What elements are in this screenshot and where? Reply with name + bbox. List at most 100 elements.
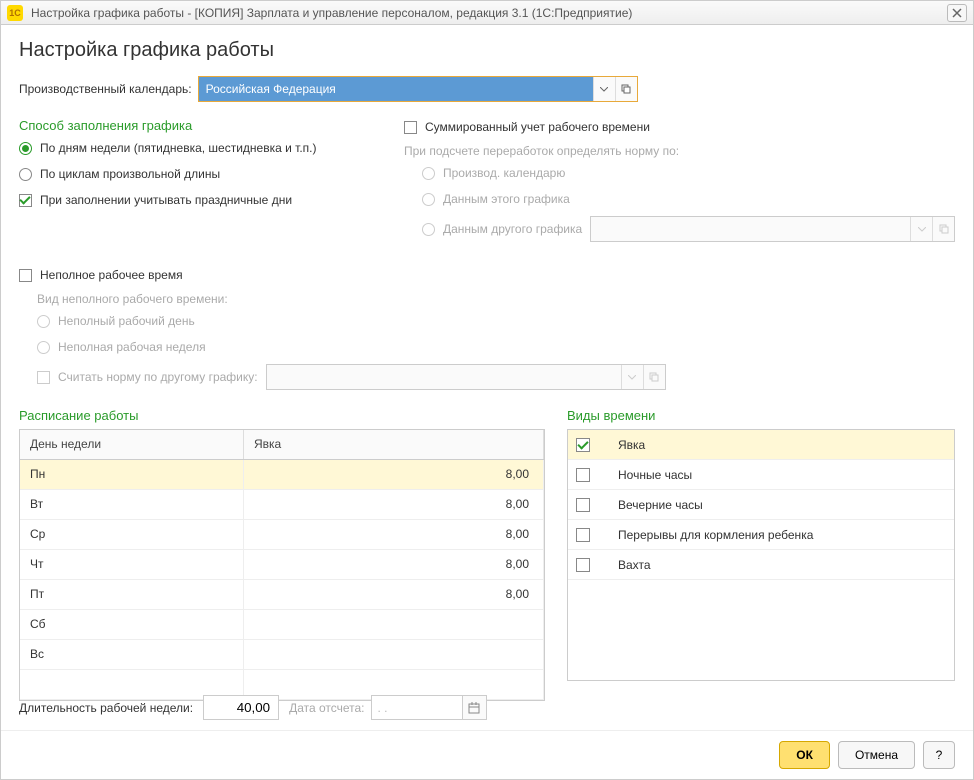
cell-day: Вс bbox=[20, 640, 244, 669]
radio-partial-day-label: Неполный рабочий день bbox=[58, 314, 195, 328]
check-partial-norm: Считать норму по другому графику: bbox=[37, 364, 955, 390]
window-title: Настройка графика работы - [КОПИЯ] Зарпл… bbox=[31, 6, 947, 20]
checkbox-icon bbox=[19, 194, 32, 207]
table-row[interactable]: Вс bbox=[20, 640, 544, 670]
checkbox-icon bbox=[576, 438, 590, 452]
overtime-label: При подсчете переработок определять норм… bbox=[404, 144, 955, 158]
cell-day: Ср bbox=[20, 520, 244, 549]
check-holidays-label: При заполнении учитывать праздничные дни bbox=[40, 193, 292, 207]
cancel-button[interactable]: Отмена bbox=[838, 741, 915, 769]
other-sched-dropdown bbox=[910, 217, 932, 241]
cell-day: Чт bbox=[20, 550, 244, 579]
time-type-label: Вечерние часы bbox=[618, 498, 703, 512]
ok-button[interactable]: ОК bbox=[779, 741, 830, 769]
time-type-label: Перерывы для кормления ребенка bbox=[618, 528, 813, 542]
radio-icon bbox=[37, 315, 50, 328]
calendar-dropdown-button[interactable] bbox=[593, 77, 615, 101]
check-partial-time[interactable]: Неполное рабочее время bbox=[19, 266, 955, 284]
cell-day: Пт bbox=[20, 580, 244, 609]
schedule-table[interactable]: День недели Явка Пн8,00Вт8,00Ср8,00Чт8,0… bbox=[19, 429, 545, 701]
table-row[interactable]: Пт8,00 bbox=[20, 580, 544, 610]
app-icon: 1С bbox=[7, 5, 23, 21]
time-types-title: Виды времени bbox=[567, 408, 955, 423]
radio-partial-week-label: Неполная рабочая неделя bbox=[58, 340, 206, 354]
cell-val bbox=[244, 610, 544, 639]
checkbox-icon bbox=[404, 121, 417, 134]
radio-partial-day: Неполный рабочий день bbox=[37, 312, 955, 330]
checkbox-icon bbox=[576, 528, 590, 542]
table-row[interactable]: Чт8,00 bbox=[20, 550, 544, 580]
calendar-icon bbox=[468, 702, 480, 714]
checkbox-icon bbox=[576, 558, 590, 572]
radio-icon bbox=[422, 193, 435, 206]
partial-norm-open bbox=[643, 365, 665, 389]
radio-icon bbox=[19, 168, 32, 181]
partial-norm-field bbox=[266, 364, 666, 390]
list-item[interactable]: Вечерние часы bbox=[568, 490, 954, 520]
time-type-label: Ночные часы bbox=[618, 468, 692, 482]
open-icon bbox=[621, 84, 631, 94]
cell-val bbox=[244, 640, 544, 669]
radio-icon bbox=[37, 341, 50, 354]
calendar-picker-button[interactable] bbox=[463, 695, 487, 720]
check-sum-time[interactable]: Суммированный учет рабочего времени bbox=[404, 118, 955, 136]
radio-icon bbox=[422, 167, 435, 180]
check-holidays[interactable]: При заполнении учитывать праздничные дни bbox=[19, 191, 374, 209]
date-input[interactable]: . . bbox=[371, 695, 463, 720]
date-label: Дата отсчета: bbox=[289, 701, 364, 715]
close-button[interactable] bbox=[947, 4, 967, 22]
schedule-col-val: Явка bbox=[244, 430, 544, 459]
radio-prod-cal: Производ. календарю bbox=[422, 164, 955, 182]
table-row[interactable]: Вт8,00 bbox=[20, 490, 544, 520]
radio-other-sched-label: Данным другого графика bbox=[443, 222, 582, 236]
list-item[interactable]: Вахта bbox=[568, 550, 954, 580]
cell-val: 8,00 bbox=[244, 490, 544, 519]
calendar-label: Производственный календарь: bbox=[19, 82, 192, 96]
calendar-value: Российская Федерация bbox=[199, 77, 593, 101]
cell-val: 8,00 bbox=[244, 550, 544, 579]
duration-input[interactable] bbox=[203, 695, 279, 720]
other-sched-open bbox=[932, 217, 954, 241]
checkbox-icon bbox=[19, 269, 32, 282]
time-type-label: Явка bbox=[618, 438, 645, 452]
chevron-down-icon bbox=[918, 227, 926, 232]
check-partial-norm-label: Считать норму по другому графику: bbox=[58, 370, 258, 384]
page-title: Настройка графика работы bbox=[19, 39, 955, 62]
table-row[interactable]: Сб bbox=[20, 610, 544, 640]
radio-by-cycles-label: По циклам произвольной длины bbox=[40, 167, 220, 181]
list-item[interactable]: Явка bbox=[568, 430, 954, 460]
checkbox-icon bbox=[576, 498, 590, 512]
cell-val: 8,00 bbox=[244, 580, 544, 609]
calendar-field[interactable]: Российская Федерация bbox=[198, 76, 638, 102]
checkbox-icon bbox=[37, 371, 50, 384]
radio-this-sched: Данным этого графика bbox=[422, 190, 955, 208]
cell-day: Пн bbox=[20, 460, 244, 489]
chevron-down-icon bbox=[628, 375, 636, 380]
checkbox-icon bbox=[576, 468, 590, 482]
list-item[interactable]: Перерывы для кормления ребенка bbox=[568, 520, 954, 550]
cell-val: 8,00 bbox=[244, 520, 544, 549]
radio-other-sched: Данным другого графика bbox=[422, 216, 955, 242]
schedule-col-day: День недели bbox=[20, 430, 244, 459]
open-icon bbox=[649, 372, 659, 382]
time-types-table[interactable]: Явка Ночные часы Вечерние часы Перерывы для… bbox=[567, 429, 955, 681]
cell-day: Сб bbox=[20, 610, 244, 639]
table-row[interactable]: Ср8,00 bbox=[20, 520, 544, 550]
cell-day: Вт bbox=[20, 490, 244, 519]
check-partial-label: Неполное рабочее время bbox=[40, 268, 183, 282]
radio-by-week-label: По дням недели (пятидневка, шестидневка … bbox=[40, 141, 317, 155]
help-button[interactable]: ? bbox=[923, 741, 955, 769]
radio-prod-cal-label: Производ. календарю bbox=[443, 166, 565, 180]
chevron-down-icon bbox=[600, 87, 608, 92]
radio-icon bbox=[422, 223, 435, 236]
radio-by-week[interactable]: По дням недели (пятидневка, шестидневка … bbox=[19, 139, 374, 157]
calendar-open-button[interactable] bbox=[615, 77, 637, 101]
radio-by-cycles[interactable]: По циклам произвольной длины bbox=[19, 165, 374, 183]
partial-norm-dropdown bbox=[621, 365, 643, 389]
radio-partial-week: Неполная рабочая неделя bbox=[37, 338, 955, 356]
titlebar: 1С Настройка графика работы - [КОПИЯ] За… bbox=[1, 1, 973, 25]
radio-icon bbox=[19, 142, 32, 155]
table-row[interactable]: Пн8,00 bbox=[20, 460, 544, 490]
partial-subtitle: Вид неполного рабочего времени: bbox=[37, 292, 955, 306]
list-item[interactable]: Ночные часы bbox=[568, 460, 954, 490]
